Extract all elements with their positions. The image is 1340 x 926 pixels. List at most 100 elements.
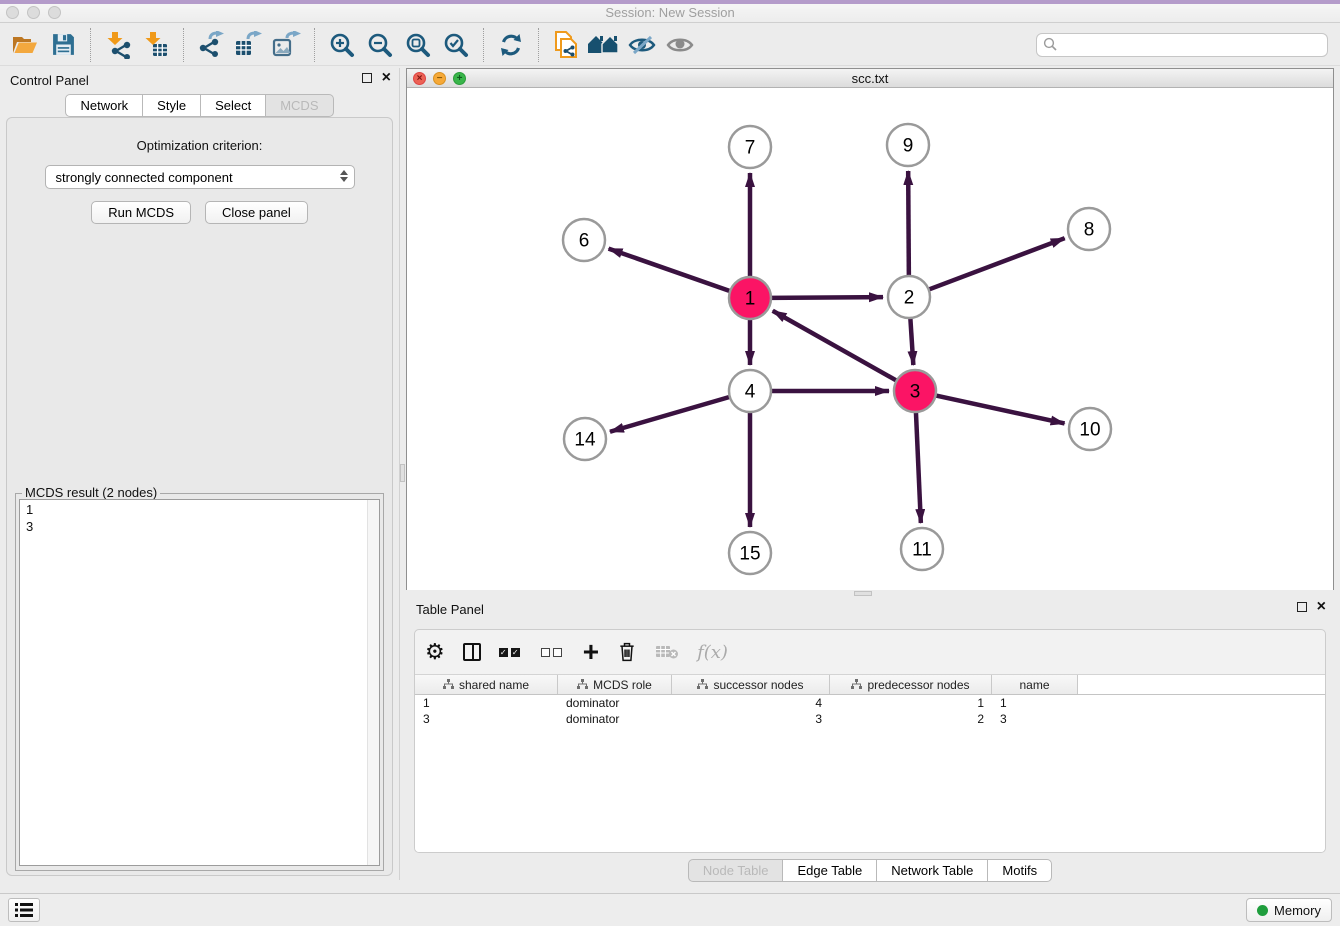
control-panel-title: Control Panel bbox=[10, 73, 89, 88]
delete-column-icon[interactable] bbox=[617, 641, 637, 663]
task-history-button[interactable] bbox=[8, 898, 40, 922]
float-panel-icon[interactable] bbox=[362, 73, 372, 83]
cell-name[interactable]: 3 bbox=[992, 711, 1078, 727]
graph-edge-4-14[interactable] bbox=[610, 397, 730, 432]
tab-edge-table[interactable]: Edge Table bbox=[782, 859, 877, 882]
cell-successor-nodes[interactable]: 3 bbox=[672, 711, 830, 727]
table-header-row[interactable]: shared nameMCDS rolesuccessor nodesprede… bbox=[415, 675, 1325, 695]
tab-motifs[interactable]: Motifs bbox=[987, 859, 1052, 882]
graph-edge-2-9[interactable] bbox=[908, 171, 909, 276]
cell-predecessor-nodes[interactable]: 1 bbox=[830, 695, 992, 711]
cell-successor-nodes[interactable]: 4 bbox=[672, 695, 830, 711]
hierarchy-icon bbox=[577, 679, 588, 690]
graph-edge-3-1[interactable] bbox=[773, 311, 897, 381]
hide-selected-button[interactable] bbox=[623, 27, 661, 63]
tab-network[interactable]: Network bbox=[65, 94, 143, 117]
export-table-button[interactable] bbox=[230, 27, 268, 63]
cell-shared-name[interactable]: 1 bbox=[415, 695, 558, 711]
table-row-0[interactable]: 1dominator411 bbox=[415, 695, 1325, 711]
horizontal-splitter[interactable] bbox=[406, 590, 1334, 597]
export-network-button[interactable] bbox=[192, 27, 230, 63]
column-header-predecessor-nodes[interactable]: predecessor nodes bbox=[830, 675, 992, 694]
apply-layout-button[interactable] bbox=[492, 27, 530, 63]
selected-option-label: strongly connected component bbox=[56, 170, 233, 185]
mcds-result-title: MCDS result (2 nodes) bbox=[22, 485, 160, 500]
graph-svg[interactable]: 7968124314101511 bbox=[407, 88, 1333, 590]
zoom-in-button[interactable] bbox=[323, 27, 361, 63]
graph-node-label-4: 4 bbox=[745, 382, 756, 403]
graph-node-label-14: 14 bbox=[574, 430, 596, 451]
close-panel-icon[interactable]: × bbox=[1317, 602, 1326, 612]
open-session-button[interactable] bbox=[6, 27, 44, 63]
table-panel-header: Table Panel × bbox=[406, 597, 1334, 623]
toolbar-separator bbox=[483, 28, 484, 62]
graph-edge-3-10[interactable] bbox=[936, 395, 1065, 423]
column-header-name[interactable]: name bbox=[992, 675, 1078, 694]
graph-node-label-8: 8 bbox=[1084, 220, 1095, 241]
import-network-button[interactable] bbox=[99, 27, 137, 63]
tab-style[interactable]: Style bbox=[142, 94, 201, 117]
network-canvas[interactable]: 7968124314101511 bbox=[407, 88, 1333, 590]
window-titlebar: Session: New Session bbox=[0, 0, 1340, 23]
search-input[interactable] bbox=[1058, 37, 1321, 52]
tab-network-table[interactable]: Network Table bbox=[876, 859, 988, 882]
tab-mcds[interactable]: MCDS bbox=[265, 94, 333, 117]
graph-edges bbox=[609, 171, 1065, 527]
graph-edge-3-11[interactable] bbox=[916, 412, 921, 523]
table-row-1[interactable]: 3dominator323 bbox=[415, 711, 1325, 727]
toggle-panel-mode-icon[interactable] bbox=[463, 643, 481, 661]
table-panel-tabs: Node TableEdge TableNetwork TableMotifs bbox=[406, 859, 1334, 882]
cell-predecessor-nodes[interactable]: 2 bbox=[830, 711, 992, 727]
mcds-result-list[interactable]: 1 3 bbox=[19, 499, 380, 866]
column-header-successor-nodes[interactable]: successor nodes bbox=[672, 675, 830, 694]
zoom-out-button[interactable] bbox=[361, 27, 399, 63]
zoom-selected-button[interactable] bbox=[437, 27, 475, 63]
tab-node-table[interactable]: Node Table bbox=[688, 859, 784, 882]
deselect-all-columns-icon[interactable] bbox=[541, 648, 565, 657]
optimization-criterion-select[interactable]: strongly connected component bbox=[45, 165, 355, 189]
graph-edge-1-2[interactable] bbox=[771, 297, 883, 298]
control-panel: Control Panel × NetworkStyleSelectMCDS O… bbox=[0, 68, 400, 880]
table-body[interactable]: 1dominator4113dominator323 bbox=[415, 695, 1325, 727]
memory-label: Memory bbox=[1274, 903, 1321, 918]
network-window-titlebar[interactable]: × − + scc.txt bbox=[407, 69, 1333, 88]
graph-edge-2-3[interactable] bbox=[910, 318, 913, 365]
result-scrollbar[interactable] bbox=[367, 500, 379, 865]
table-settings-icon[interactable]: ⚙ bbox=[425, 641, 445, 663]
refresh-icon bbox=[498, 32, 524, 58]
save-disk-icon bbox=[51, 32, 76, 57]
add-column-icon[interactable]: + bbox=[583, 642, 599, 662]
zoom-fit-button[interactable] bbox=[399, 27, 437, 63]
float-panel-icon[interactable] bbox=[1297, 602, 1307, 612]
graph-node-label-11: 11 bbox=[912, 540, 932, 561]
first-neighbors-button[interactable] bbox=[585, 27, 623, 63]
splitter-handle[interactable] bbox=[400, 464, 405, 482]
graph-edge-2-8[interactable] bbox=[929, 238, 1065, 289]
column-header-shared-name[interactable]: shared name bbox=[415, 675, 558, 694]
graph-node-label-2: 2 bbox=[904, 288, 915, 309]
splitter-handle[interactable] bbox=[854, 591, 872, 596]
column-header-MCDS-role[interactable]: MCDS role bbox=[558, 675, 672, 694]
clone-network-button[interactable] bbox=[547, 27, 585, 63]
run-mcds-button[interactable]: Run MCDS bbox=[91, 201, 191, 224]
zoom-fit-icon bbox=[405, 32, 431, 58]
cell-MCDS-role[interactable]: dominator bbox=[558, 711, 672, 727]
save-session-button[interactable] bbox=[44, 27, 82, 63]
import-table-button[interactable] bbox=[137, 27, 175, 63]
node-table[interactable]: shared nameMCDS rolesuccessor nodesprede… bbox=[415, 674, 1325, 852]
cell-shared-name[interactable]: 3 bbox=[415, 711, 558, 727]
graph-node-label-6: 6 bbox=[579, 231, 590, 252]
memory-button[interactable]: Memory bbox=[1246, 898, 1332, 922]
tab-select[interactable]: Select bbox=[200, 94, 266, 117]
close-panel-icon[interactable]: × bbox=[382, 73, 391, 83]
cell-name[interactable]: 1 bbox=[992, 695, 1078, 711]
cell-MCDS-role[interactable]: dominator bbox=[558, 695, 672, 711]
mcds-tab-content: Optimization criterion: strongly connect… bbox=[6, 117, 393, 876]
close-panel-button[interactable]: Close panel bbox=[205, 201, 308, 224]
export-image-button[interactable] bbox=[268, 27, 306, 63]
search-field[interactable] bbox=[1036, 33, 1328, 57]
export-network-icon bbox=[197, 31, 225, 59]
graph-edge-1-6[interactable] bbox=[609, 249, 731, 291]
select-all-columns-icon[interactable]: ✓✓ bbox=[499, 648, 523, 657]
show-all-button[interactable] bbox=[661, 27, 699, 63]
